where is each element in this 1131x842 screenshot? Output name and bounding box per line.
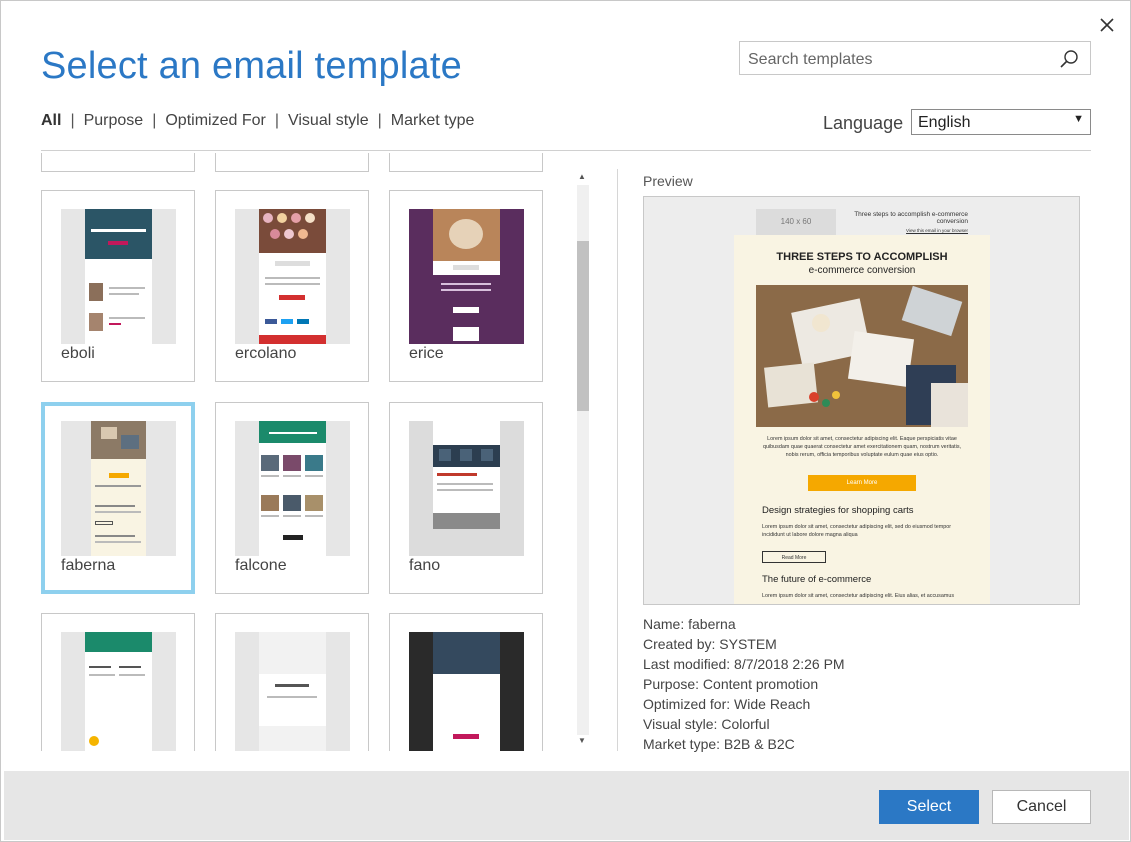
detail-purpose: Purpose: Content promotion bbox=[643, 676, 819, 692]
scroll-thumb[interactable] bbox=[577, 241, 589, 411]
scroll-down-icon[interactable]: ▼ bbox=[578, 736, 586, 745]
close-icon[interactable] bbox=[1097, 15, 1117, 35]
search-icon[interactable] bbox=[1058, 48, 1080, 70]
template-card-partial[interactable] bbox=[389, 153, 543, 172]
dialog-title: Select an email template bbox=[41, 45, 462, 87]
template-preview: 140 x 60 Three steps to accomplish e-com… bbox=[643, 196, 1080, 605]
template-gallery: eboli ercolano erice faberna falcone fan… bbox=[41, 153, 561, 751]
filter-bar: All | Purpose | Optimized For | Visual s… bbox=[41, 112, 474, 130]
scroll-up-icon[interactable]: ▲ bbox=[578, 172, 586, 181]
detail-market-type: Market type: B2B & B2C bbox=[643, 736, 795, 752]
template-thumbnail bbox=[61, 421, 176, 556]
language-label: Language bbox=[823, 113, 904, 133]
search-input[interactable] bbox=[746, 48, 1050, 72]
preview-section-title: The future of e-commerce bbox=[762, 574, 872, 585]
detail-optimized-for: Optimized for: Wide Reach bbox=[643, 696, 811, 712]
filter-separator: | bbox=[152, 112, 157, 129]
template-card-faberna[interactable]: faberna bbox=[41, 402, 195, 594]
filter-purpose[interactable]: Purpose bbox=[84, 112, 144, 130]
filter-market-type[interactable]: Market type bbox=[391, 112, 475, 130]
template-dialog: Select an email template All | Purpose |… bbox=[0, 0, 1131, 842]
template-thumbnail bbox=[409, 632, 524, 751]
template-card-fano[interactable]: fano bbox=[389, 402, 543, 594]
header-divider bbox=[41, 150, 1091, 151]
template-thumbnail bbox=[235, 632, 350, 751]
preview-headline: THREE STEPS TO ACCOMPLISH bbox=[776, 251, 948, 263]
preview-browser-link: View this email in your browser bbox=[906, 228, 968, 233]
search-box bbox=[739, 41, 1091, 75]
filter-visual-style[interactable]: Visual style bbox=[288, 112, 369, 130]
filter-separator: | bbox=[70, 112, 75, 129]
preview-learn-more-button: Learn More bbox=[808, 475, 916, 491]
template-name: ercolano bbox=[235, 345, 297, 362]
template-card-erice[interactable]: erice bbox=[389, 190, 543, 382]
preview-subheadline: e-commerce conversion bbox=[808, 265, 916, 276]
preview-section-text: Lorem ipsum dolor sit amet, consectetur … bbox=[762, 593, 955, 599]
template-card[interactable] bbox=[215, 613, 369, 751]
preview-logo-placeholder: 140 x 60 bbox=[756, 209, 836, 235]
template-thumbnail bbox=[235, 421, 350, 556]
chevron-down-icon: ▼ bbox=[1073, 113, 1084, 125]
preview-label: Preview bbox=[643, 173, 693, 189]
gallery-scrollbar[interactable]: ▲ ▼ bbox=[575, 169, 591, 751]
preview-section-text: Lorem ipsum dolor sit amet, consectetur … bbox=[762, 524, 952, 538]
template-card-partial[interactable] bbox=[41, 153, 195, 172]
template-card-ercolano[interactable]: ercolano bbox=[215, 190, 369, 382]
template-name: falcone bbox=[235, 557, 287, 574]
filter-separator: | bbox=[274, 112, 279, 129]
detail-visual-style: Visual style: Colorful bbox=[643, 716, 770, 732]
language-value: English bbox=[918, 114, 971, 131]
template-name: fano bbox=[409, 557, 441, 574]
template-thumbnail bbox=[409, 421, 524, 556]
template-details: Name: faberna Created by: SYSTEM Last mo… bbox=[643, 614, 845, 754]
cancel-button[interactable]: Cancel bbox=[992, 790, 1091, 824]
select-button[interactable]: Select bbox=[879, 790, 979, 824]
template-card-eboli[interactable]: eboli bbox=[41, 190, 195, 382]
template-thumbnail bbox=[61, 632, 176, 751]
template-name: eboli bbox=[61, 345, 95, 362]
preview-hero-image bbox=[756, 285, 968, 427]
template-card-partial[interactable] bbox=[215, 153, 369, 172]
template-card[interactable] bbox=[389, 613, 543, 751]
filter-all[interactable]: All bbox=[41, 112, 61, 130]
preview-header-title: Three steps to accomplish e-commerce con… bbox=[854, 211, 968, 225]
template-name: faberna bbox=[61, 557, 116, 574]
preview-section-title: Design strategies for shopping carts bbox=[762, 505, 914, 516]
preview-header-text: Three steps to accomplish e-commerce con… bbox=[844, 211, 968, 233]
template-thumbnail bbox=[61, 209, 176, 344]
preview-email-body: THREE STEPS TO ACCOMPLISH e-commerce con… bbox=[734, 235, 990, 604]
template-card[interactable] bbox=[41, 613, 195, 751]
template-thumbnail bbox=[235, 209, 350, 344]
template-thumbnail bbox=[409, 209, 524, 344]
template-card-falcone[interactable]: falcone bbox=[215, 402, 369, 594]
detail-created-by: Created by: SYSTEM bbox=[643, 636, 777, 652]
detail-last-modified: Last modified: 8/7/2018 2:26 PM bbox=[643, 656, 845, 672]
template-name: erice bbox=[409, 345, 444, 362]
language-select[interactable]: English ▼ bbox=[911, 109, 1091, 135]
preview-body-text: Lorem ipsum dolor sit amet, consectetur … bbox=[762, 436, 962, 458]
preview-read-more-button: Read More bbox=[762, 551, 826, 563]
detail-name: Name: faberna bbox=[643, 616, 736, 632]
pane-divider bbox=[617, 169, 618, 751]
filter-optimized-for[interactable]: Optimized For bbox=[165, 112, 265, 130]
filter-separator: | bbox=[377, 112, 382, 129]
